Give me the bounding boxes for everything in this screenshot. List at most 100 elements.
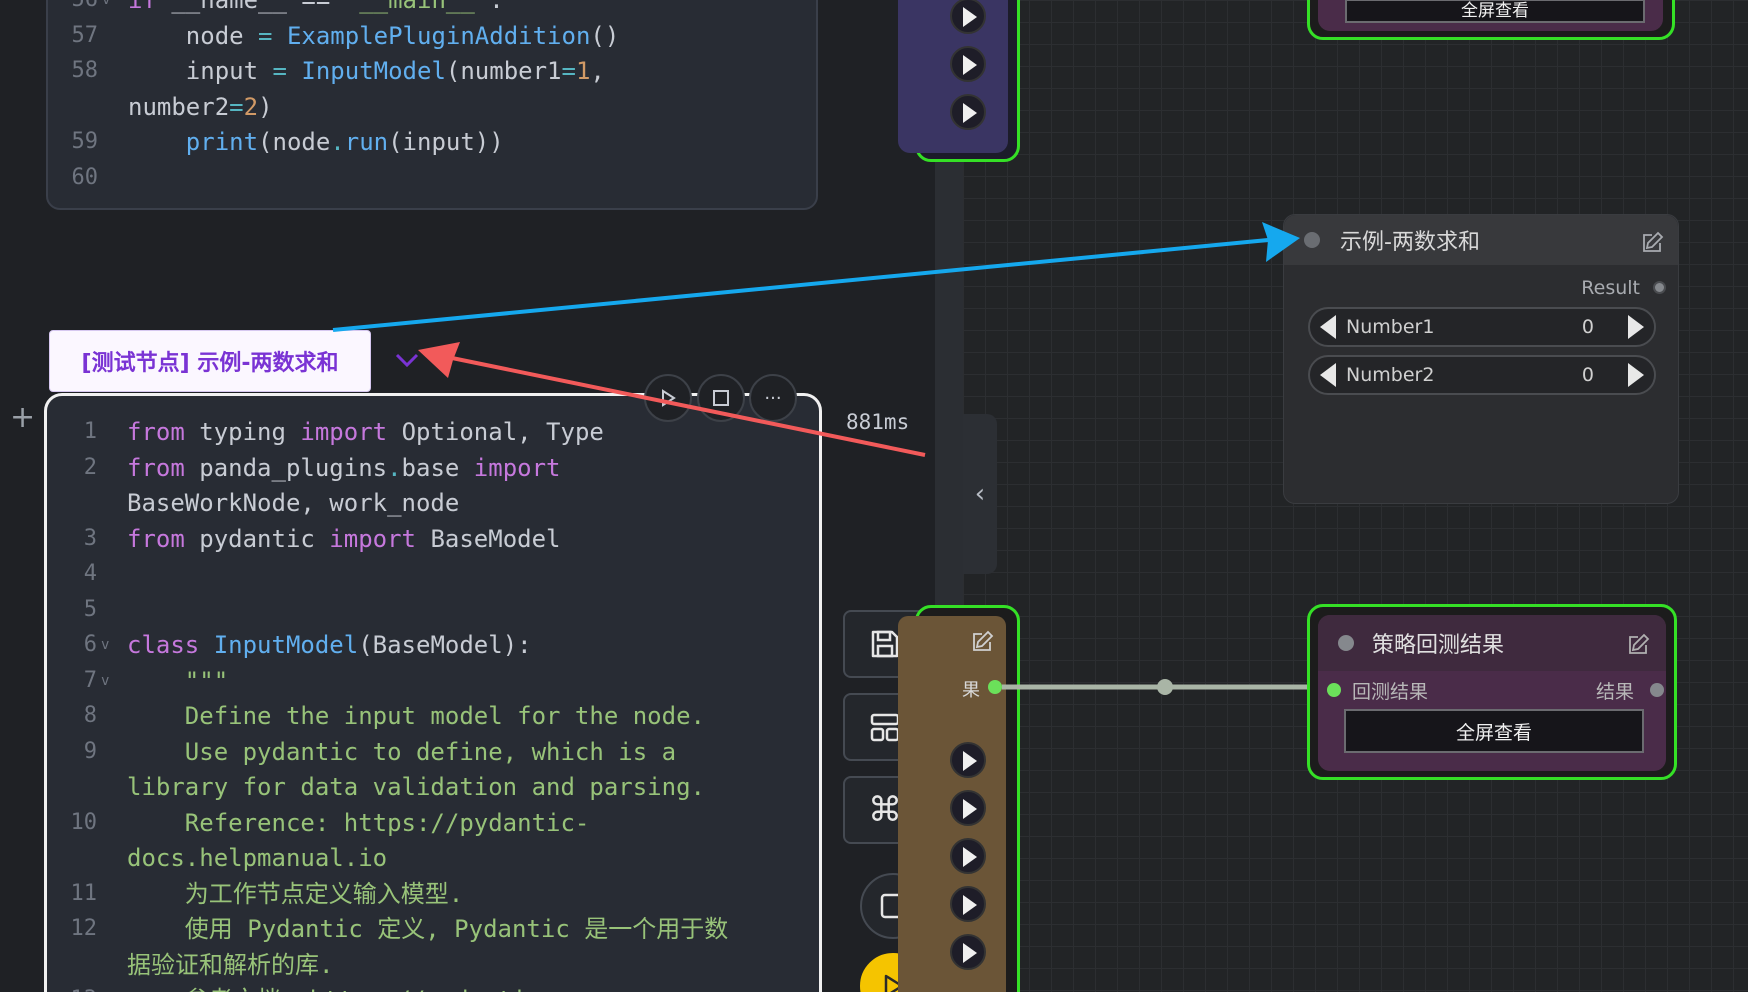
code-line[interactable]: 据验证和解析的库. [47, 947, 819, 983]
collapse-panel-button[interactable]: ‹ [963, 414, 997, 574]
code-text: from typing import Optional, Type [127, 418, 604, 446]
code-line[interactable]: 6 v class InputModel(BaseModel): [47, 627, 819, 663]
code-line[interactable]: library for data validation and parsing. [47, 769, 819, 805]
status-dot-icon [1304, 232, 1320, 248]
code-text: 参考文档: https://pydantic- [127, 982, 556, 992]
code-line[interactable]: 10 Reference: https://pydantic- [47, 805, 819, 841]
status-dot-icon [1338, 635, 1354, 651]
code-line[interactable]: 3 from pydantic import BaseModel [47, 521, 819, 557]
backtest-node-title: 策略回测结果 [1372, 633, 1505, 658]
code-line[interactable]: docs.helpmanual.io [47, 840, 819, 876]
output-port-arrow[interactable] [950, 94, 986, 130]
code-text: Define the input model for the node. [127, 702, 705, 730]
line-number: 58 [71, 58, 99, 83]
code-line[interactable]: 2 from panda_plugins.base import [47, 450, 819, 486]
result-port[interactable] [1653, 281, 1666, 294]
code-line[interactable]: 59 print(node.run(input)) [48, 124, 816, 160]
fullscreen-view-button[interactable]: 全屏查看 [1344, 709, 1644, 753]
code-line[interactable]: 7v """ [47, 663, 819, 699]
backtest-output-label: 结果 [1595, 681, 1634, 703]
number1-label: Number1 [1346, 316, 1435, 338]
line-number: 5 [83, 596, 97, 622]
fullscreen-view-button[interactable]: 全屏查看 [1345, 0, 1645, 23]
number2-stepper[interactable]: Number2 0 [1308, 355, 1656, 395]
line-number: 2 [83, 454, 97, 480]
edit-icon[interactable] [1628, 633, 1650, 655]
node-stub-top-right[interactable]: 全屏查看 [1307, 0, 1675, 40]
line-number: 12 [70, 916, 98, 941]
code-text: """ [127, 666, 229, 695]
input-port[interactable] [1327, 683, 1341, 697]
code-line[interactable]: 12 使用 Pydantic 定义, Pydantic 是一个用于数 [47, 911, 819, 947]
fold-toggle-icon[interactable]: v [101, 627, 109, 663]
edit-icon[interactable] [972, 630, 994, 652]
code-cell-main[interactable]: 1 from typing import Optional, Type 2 from … [44, 393, 822, 992]
number2-value: 0 [1581, 364, 1594, 386]
line-number: 6 [83, 632, 97, 657]
code-line[interactable]: 9 Use pydantic to define, which is a [47, 734, 819, 770]
sum-node[interactable]: 示例-两数求和 Result Number1 0 Number2 0 [1283, 214, 1679, 504]
output-port[interactable] [1650, 683, 1664, 697]
stop-cell-button[interactable] [697, 374, 745, 422]
line-number: 13 [47, 982, 98, 992]
code-line[interactable]: BaseWorkNode, work_node [47, 485, 819, 521]
execution-time: 881ms [846, 410, 910, 434]
code-text: input = InputModel(number1=1, [128, 57, 605, 85]
decrement-icon[interactable] [1320, 363, 1336, 387]
code-line[interactable]: 56v if __name__ == "__main__": [48, 0, 816, 18]
plus-icon[interactable]: + [10, 400, 35, 435]
output-port-arrow[interactable] [950, 790, 986, 826]
command-icon: ⌘ [868, 790, 902, 830]
fold-toggle-icon[interactable]: v [101, 663, 109, 699]
output-port-arrow[interactable] [950, 46, 986, 82]
backtest-node-header[interactable]: 策略回测结果 [1318, 615, 1666, 671]
code-line[interactable]: 57 node = ExamplePluginAddition() [48, 18, 816, 54]
code-text: if __name__ == "__main__": [128, 0, 504, 14]
code-line[interactable]: 11 为工作节点定义输入模型. [47, 876, 819, 912]
decrement-icon[interactable] [1320, 315, 1336, 339]
run-cell-button[interactable] [644, 374, 692, 422]
output-port-arrow[interactable] [950, 934, 986, 970]
code-line[interactable]: 1 from typing import Optional, Type [47, 414, 819, 450]
code-line[interactable]: 4 [47, 556, 819, 592]
line-number: 56 [48, 0, 99, 18]
code-line[interactable]: number2=2) [48, 89, 816, 125]
code-text: from panda_plugins.base import [127, 453, 561, 482]
code-text: Reference: https://pydantic- [127, 808, 590, 837]
fold-toggle-icon[interactable]: v [102, 0, 110, 18]
code-line[interactable]: 13 参考文档: https://pydantic- [47, 982, 819, 992]
node-title-tab[interactable]: [测试节点] 示例-两数求和 [49, 330, 371, 392]
code-text: node = ExamplePluginAddition() [128, 21, 620, 50]
increment-icon[interactable] [1628, 363, 1644, 387]
code-text: from pydantic import BaseModel [127, 524, 561, 553]
output-port-arrow[interactable] [950, 742, 986, 778]
sum-node-header[interactable]: 示例-两数求和 [1284, 215, 1678, 265]
output-port[interactable] [988, 680, 1002, 694]
code-cell-top[interactable]: 56v if __name__ == "__main__": 57 node = E… [46, 0, 818, 210]
line-number: 3 [83, 525, 97, 551]
code-text: print(node.run(input)) [185, 128, 504, 156]
line-number: 4 [83, 561, 97, 586]
sum-node-title: 示例-两数求和 [1340, 230, 1480, 255]
code-line[interactable]: 5 [47, 592, 819, 628]
result-output-label: Result [1581, 277, 1640, 299]
code-line[interactable]: 8 Define the input model for the node. [47, 698, 819, 734]
line-number: 7 [83, 667, 97, 693]
code-text: class InputModel(BaseModel): [127, 631, 532, 659]
layout-icon [870, 713, 900, 742]
backtest-node[interactable]: 策略回测结果 回测结果 结果 全屏查看 [1307, 604, 1677, 780]
code-text: 使用 Pydantic 定义, Pydantic 是一个用于数 [127, 915, 729, 943]
output-port-arrow[interactable] [950, 838, 986, 874]
edit-icon[interactable] [1642, 231, 1664, 253]
backtest-input-label: 回测结果 [1352, 681, 1429, 703]
code-text: Use pydantic to define, which is a [127, 737, 677, 766]
increment-icon[interactable] [1628, 315, 1644, 339]
chevron-down-icon[interactable] [393, 346, 421, 374]
code-line[interactable]: 58 input = InputModel(number1=1, [48, 53, 816, 89]
code-text: 据验证和解析的库. [127, 950, 334, 979]
output-port-arrow[interactable] [950, 886, 986, 922]
more-options-button[interactable]: ··· [749, 374, 797, 422]
line-number: 9 [83, 738, 97, 764]
number1-stepper[interactable]: Number1 0 [1308, 307, 1656, 347]
code-line[interactable]: 60 [48, 160, 816, 196]
